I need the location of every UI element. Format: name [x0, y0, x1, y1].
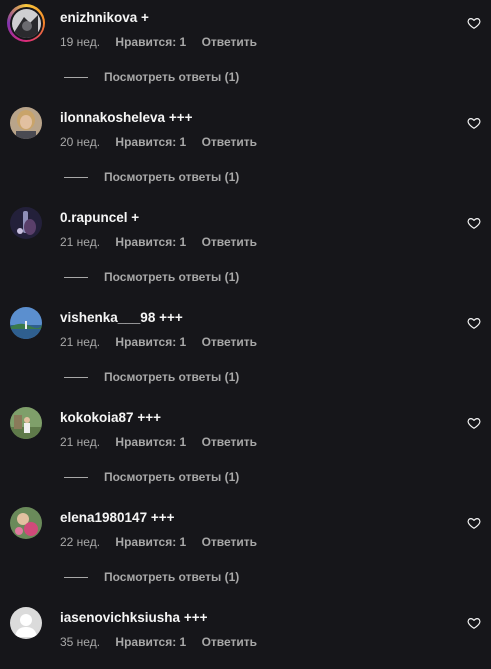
view-replies-button[interactable]: Посмотреть ответы (1) [64, 69, 239, 85]
comments-list: enizhnikova + 19 нед. Нравится: 1 Ответи… [0, 0, 491, 669]
comment-text: + [131, 210, 140, 225]
avatar-image [10, 307, 42, 339]
reply-button[interactable]: Ответить [202, 535, 257, 549]
avatar-image [11, 8, 41, 38]
replies-divider-line [64, 476, 88, 478]
comment-meta: 20 нед. Нравится: 1 Ответить [60, 135, 257, 149]
comment-text: +++ [150, 510, 175, 525]
comment-item: kokokoia87 +++ 21 нед. Нравится: 1 Ответ… [0, 400, 491, 500]
comment-age[interactable]: 35 нед. [60, 635, 100, 649]
comment-likes[interactable]: Нравится: 1 [115, 35, 186, 49]
heart-icon[interactable] [467, 616, 481, 630]
comment-text-line: vishenka___98 +++ [60, 310, 183, 325]
view-replies-label: Посмотреть ответы (1) [104, 70, 240, 84]
avatar[interactable] [10, 107, 42, 139]
view-replies-label: Посмотреть ответы (1) [104, 170, 240, 184]
view-replies-button[interactable]: Посмотреть ответы (1) [64, 469, 239, 485]
comment-item: ilonnakosheleva +++ 20 нед. Нравится: 1 … [0, 100, 491, 200]
reply-button[interactable]: Ответить [202, 635, 257, 649]
comment-text-line: kokokoia87 +++ [60, 410, 161, 425]
comment-username[interactable]: enizhnikova [60, 10, 137, 25]
avatar-image [10, 407, 42, 439]
comment-likes[interactable]: Нравится: 1 [115, 135, 186, 149]
comment-age[interactable]: 20 нед. [60, 135, 100, 149]
avatar[interactable] [10, 407, 42, 439]
comment-likes[interactable]: Нравится: 1 [115, 635, 186, 649]
comment-text: +++ [168, 110, 193, 125]
comment-meta: 21 нед. Нравится: 1 Ответить [60, 335, 257, 349]
replies-divider-line [64, 576, 88, 578]
reply-button[interactable]: Ответить [202, 35, 257, 49]
heart-icon[interactable] [467, 16, 481, 30]
comment-meta: 21 нед. Нравится: 1 Ответить [60, 235, 257, 249]
replies-divider-line [64, 176, 88, 178]
comment-item: iasenovichksiusha +++ 35 нед. Нравится: … [0, 600, 491, 669]
reply-button[interactable]: Ответить [202, 435, 257, 449]
comment-age[interactable]: 21 нед. [60, 335, 100, 349]
comment-text-line: 0.rapuncel + [60, 210, 139, 225]
comment-age[interactable]: 21 нед. [60, 235, 100, 249]
comment-text: + [141, 10, 149, 25]
heart-icon[interactable] [467, 116, 481, 130]
heart-icon[interactable] [467, 316, 481, 330]
comment-item: elena1980147 +++ 22 нед. Нравится: 1 Отв… [0, 500, 491, 600]
replies-divider-line [64, 76, 88, 78]
comment-meta: 35 нед. Нравится: 1 Ответить [60, 635, 257, 649]
avatar-image [10, 207, 42, 239]
view-replies-label: Посмотреть ответы (1) [104, 470, 240, 484]
comment-username[interactable]: vishenka___98 [60, 310, 155, 325]
avatar[interactable] [10, 207, 42, 239]
comment-username[interactable]: kokokoia87 [60, 410, 134, 425]
comment-age[interactable]: 19 нед. [60, 35, 100, 49]
comment-item: enizhnikova + 19 нед. Нравится: 1 Ответи… [0, 0, 491, 100]
comment-age[interactable]: 21 нед. [60, 435, 100, 449]
comment-likes[interactable]: Нравится: 1 [115, 435, 186, 449]
comment-username[interactable]: 0.rapuncel [60, 210, 128, 225]
comment-meta: 21 нед. Нравится: 1 Ответить [60, 435, 257, 449]
avatar[interactable] [10, 607, 42, 639]
view-replies-button[interactable]: Посмотреть ответы (1) [64, 369, 239, 385]
comment-item: vishenka___98 +++ 21 нед. Нравится: 1 От… [0, 300, 491, 400]
replies-divider-line [64, 276, 88, 278]
view-replies-label: Посмотреть ответы (1) [104, 570, 240, 584]
comment-meta: 22 нед. Нравится: 1 Ответить [60, 535, 257, 549]
avatar-story-ring [9, 6, 43, 40]
view-replies-label: Посмотреть ответы (1) [104, 270, 240, 284]
comment-text: +++ [159, 310, 183, 325]
view-replies-label: Посмотреть ответы (1) [104, 370, 240, 384]
reply-button[interactable]: Ответить [202, 335, 257, 349]
reply-button[interactable]: Ответить [202, 235, 257, 249]
replies-divider-line [64, 376, 88, 378]
comment-item: 0.rapuncel + 21 нед. Нравится: 1 Ответит… [0, 200, 491, 300]
heart-icon[interactable] [467, 416, 481, 430]
comment-text-line: enizhnikova + [60, 10, 149, 25]
view-replies-button[interactable]: Посмотреть ответы (1) [64, 569, 239, 585]
comment-likes[interactable]: Нравится: 1 [115, 335, 186, 349]
avatar-image [10, 107, 42, 139]
view-replies-button[interactable]: Посмотреть ответы (1) [64, 169, 239, 185]
reply-button[interactable]: Ответить [202, 135, 257, 149]
comment-text-line: iasenovichksiusha +++ [60, 610, 207, 625]
comment-text: +++ [137, 410, 161, 425]
avatar[interactable] [10, 307, 42, 339]
heart-icon[interactable] [467, 516, 481, 530]
comment-text-line: elena1980147 +++ [60, 510, 175, 525]
comment-likes[interactable]: Нравится: 1 [115, 535, 186, 549]
view-replies-button[interactable]: Посмотреть ответы (1) [64, 269, 239, 285]
avatar[interactable] [10, 507, 42, 539]
comment-text-line: ilonnakosheleva +++ [60, 110, 192, 125]
comment-username[interactable]: ilonnakosheleva [60, 110, 165, 125]
comment-username[interactable]: elena1980147 [60, 510, 147, 525]
avatar[interactable] [7, 4, 45, 42]
comment-meta: 19 нед. Нравится: 1 Ответить [60, 35, 257, 49]
heart-icon[interactable] [467, 216, 481, 230]
avatar-image [10, 507, 42, 539]
default-avatar-icon [10, 607, 42, 639]
comment-age[interactable]: 22 нед. [60, 535, 100, 549]
comment-text: +++ [183, 610, 208, 625]
comment-username[interactable]: iasenovichksiusha [60, 610, 180, 625]
comment-likes[interactable]: Нравится: 1 [115, 235, 186, 249]
